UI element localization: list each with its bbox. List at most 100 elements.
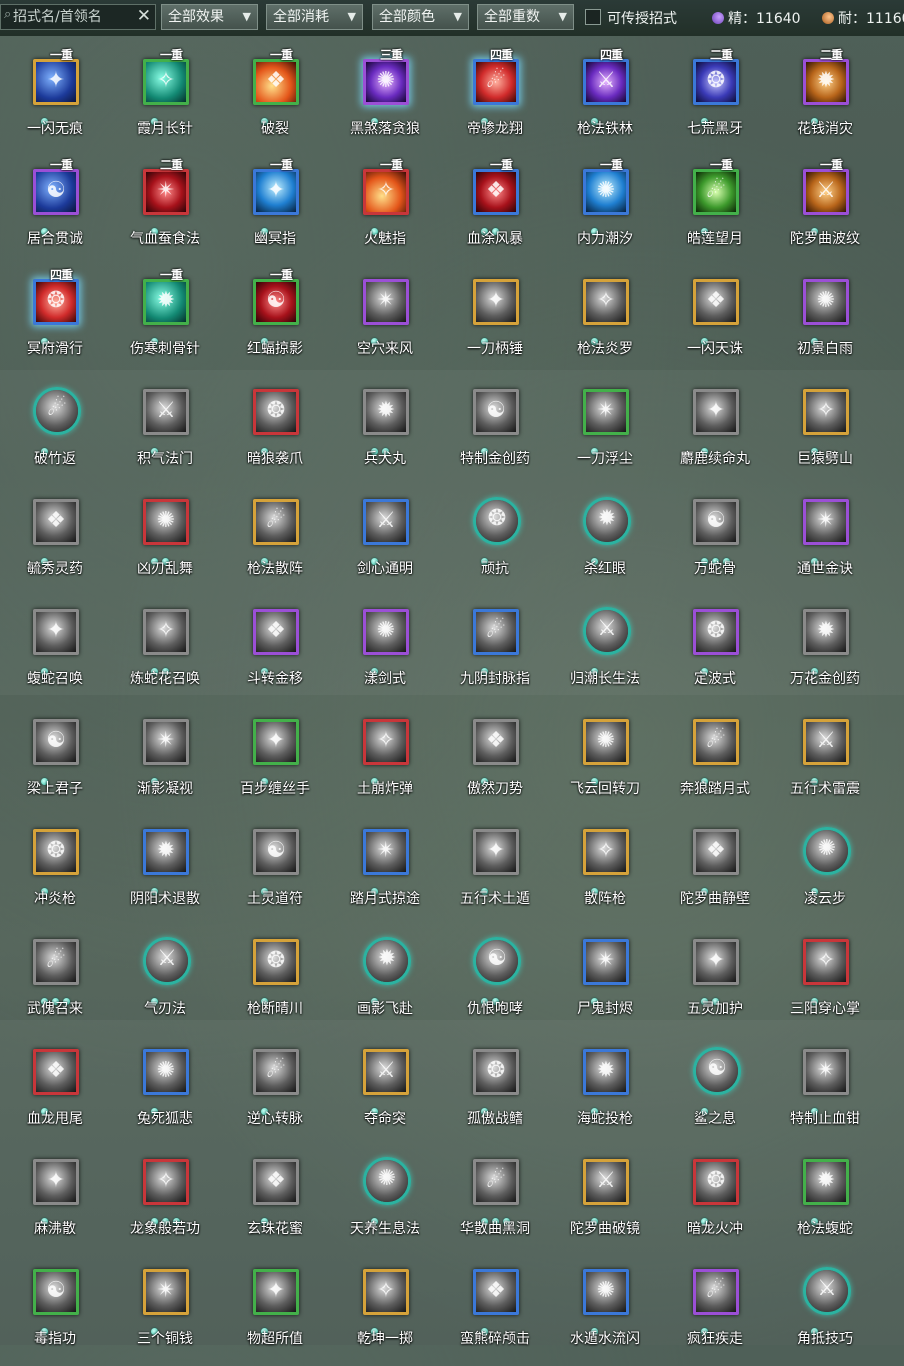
skill-card[interactable]: ✴ 三个铜钱 (110, 1256, 220, 1366)
skill-card[interactable]: ✧ 炼蛇花召唤 (110, 596, 220, 706)
skill-card[interactable]: ☯ 特制金创药 (440, 376, 550, 486)
skill-card[interactable]: ✺ 凌云步 (770, 816, 880, 926)
skill-icon[interactable]: ⚔ (583, 59, 629, 105)
skill-icon[interactable]: ✴ (363, 279, 409, 325)
skill-card[interactable]: ☄ 武傀召来 (0, 926, 110, 1036)
skill-card[interactable]: ☯ 仇恨咆哮 (440, 926, 550, 1036)
skill-card[interactable]: ✴ 空穴来风 (330, 266, 440, 376)
skill-card[interactable]: ☄ 华散曲黑洞 (440, 1146, 550, 1256)
skill-icon[interactable]: ❖ (473, 1269, 519, 1315)
skill-card[interactable]: ✺ 水遁水流闪 (550, 1256, 660, 1366)
skill-card[interactable]: ⚔ 陀罗曲破镜 (550, 1146, 660, 1256)
skill-card[interactable]: ✺ 漾剑式 (330, 596, 440, 706)
skill-icon[interactable]: ❂ (473, 1049, 519, 1095)
skill-icon[interactable]: ⚔ (583, 607, 631, 655)
skill-icon[interactable]: ❖ (253, 59, 299, 105)
skill-icon[interactable]: ✧ (143, 609, 189, 655)
skill-card[interactable]: ✧ 一重 火魅指 (330, 156, 440, 266)
skill-card[interactable]: ✹ 一重 伤寒刺骨针 (110, 266, 220, 376)
skill-card[interactable]: ☄ 九阴封脉指 (440, 596, 550, 706)
skill-icon[interactable]: ✺ (583, 719, 629, 765)
skill-icon[interactable]: ✴ (803, 1049, 849, 1095)
skill-icon[interactable]: ✹ (363, 389, 409, 435)
skill-card[interactable]: ✴ 渐影凝视 (110, 706, 220, 816)
skill-icon[interactable]: ☄ (473, 609, 519, 655)
skill-card[interactable]: ✦ 一重 一闪无痕 (0, 46, 110, 156)
skill-card[interactable]: ✴ 通世金诀 (770, 486, 880, 596)
skill-card[interactable]: ❂ 冲炎枪 (0, 816, 110, 926)
skill-icon[interactable]: ✴ (583, 389, 629, 435)
skill-card[interactable]: ☯ 土灵道符 (220, 816, 330, 926)
skill-card[interactable]: ❂ 二重 七荒黑牙 (660, 46, 770, 156)
skill-icon[interactable]: ⚔ (803, 169, 849, 215)
skill-icon[interactable]: ⚔ (363, 1049, 409, 1095)
skill-icon[interactable]: ⚔ (363, 499, 409, 545)
skill-icon[interactable]: ✹ (803, 1159, 849, 1205)
search-box[interactable]: ⌕ ✕ (0, 4, 156, 30)
skill-icon[interactable]: ✦ (253, 1269, 299, 1315)
skill-icon[interactable]: ❂ (693, 1159, 739, 1205)
skill-icon[interactable]: ⚔ (143, 937, 191, 985)
skill-card[interactable]: ✹ 万花金创药 (770, 596, 880, 706)
skill-card[interactable]: ✦ 一重 幽冥指 (220, 156, 330, 266)
skill-icon[interactable]: ⚔ (803, 719, 849, 765)
skill-icon[interactable]: ☄ (253, 499, 299, 545)
skill-card[interactable]: ☄ 奔狼踏月式 (660, 706, 770, 816)
skill-icon[interactable]: ⚔ (143, 389, 189, 435)
skill-icon[interactable]: ❖ (253, 1159, 299, 1205)
skill-icon[interactable]: ✴ (143, 1269, 189, 1315)
skill-icon[interactable]: ❂ (253, 389, 299, 435)
skill-icon[interactable]: ❖ (253, 609, 299, 655)
skill-card[interactable]: ✹ 画影飞赴 (330, 926, 440, 1036)
skill-card[interactable]: ⚔ 归潮长生法 (550, 596, 660, 706)
skill-icon[interactable]: ☄ (693, 1269, 739, 1315)
skill-icon[interactable]: ✹ (143, 279, 189, 325)
skill-icon[interactable]: ✺ (583, 169, 629, 215)
skill-card[interactable]: ⚔ 一重 陀罗曲波纹 (770, 156, 880, 266)
skill-card[interactable]: ✹ 兵犬丸 (330, 376, 440, 486)
skill-card[interactable]: ☄ 破竹返 (0, 376, 110, 486)
skill-card[interactable]: ❖ 傲然刀势 (440, 706, 550, 816)
skill-card[interactable]: ☯ 一重 居合贯诚 (0, 156, 110, 266)
layers-filter-dropdown[interactable]: 全部重数 ▼ (477, 4, 574, 30)
skill-icon[interactable]: ✦ (33, 609, 79, 655)
skill-card[interactable]: ✹ 杀红眼 (550, 486, 660, 596)
skill-icon[interactable]: ✧ (363, 169, 409, 215)
skill-card[interactable]: ✹ 阴阳术退散 (110, 816, 220, 926)
skill-card[interactable]: ✧ 土崩炸弹 (330, 706, 440, 816)
skill-icon[interactable]: ✴ (803, 499, 849, 545)
skill-icon[interactable]: ✺ (363, 59, 409, 105)
skill-icon[interactable]: ✧ (583, 279, 629, 325)
skill-icon[interactable]: ☯ (693, 499, 739, 545)
skill-icon[interactable]: ✦ (693, 389, 739, 435)
skill-card[interactable]: ✹ 二重 花钱消灾 (770, 46, 880, 156)
skill-icon[interactable]: ❖ (33, 1049, 79, 1095)
skill-card[interactable]: ✴ 二重 气血蚕食法 (110, 156, 220, 266)
skill-icon[interactable]: ✧ (363, 1269, 409, 1315)
skill-card[interactable]: ☯ 一重 红蝠掠影 (220, 266, 330, 376)
skill-card[interactable]: ❂ 四重 冥府滑行 (0, 266, 110, 376)
skill-icon[interactable]: ☯ (33, 1269, 79, 1315)
skill-card[interactable]: ❖ 斗转金移 (220, 596, 330, 706)
skill-card[interactable]: ✴ 一刀浮尘 (550, 376, 660, 486)
skill-card[interactable]: ✹ 海蛇投枪 (550, 1036, 660, 1146)
skill-icon[interactable]: ✴ (143, 169, 189, 215)
skill-icon[interactable]: ✹ (363, 937, 411, 985)
skill-icon[interactable]: ✧ (583, 829, 629, 875)
skill-card[interactable]: ❂ 暗龙火冲 (660, 1146, 770, 1256)
skill-card[interactable]: ✦ 一刀柄锤 (440, 266, 550, 376)
skill-card[interactable]: ⚔ 角抵技巧 (770, 1256, 880, 1366)
skill-icon[interactable]: ❂ (473, 497, 521, 545)
skill-icon[interactable]: ✺ (143, 499, 189, 545)
skill-card[interactable]: ✺ 飞云回转刀 (550, 706, 660, 816)
skill-card[interactable]: ☯ 毒指功 (0, 1256, 110, 1366)
skill-icon[interactable]: ☄ (473, 1159, 519, 1205)
skill-card[interactable]: ❖ 一闪天诛 (660, 266, 770, 376)
skill-card[interactable]: ✧ 巨猿劈山 (770, 376, 880, 486)
skill-icon[interactable]: ✴ (583, 939, 629, 985)
skill-icon[interactable]: ✧ (803, 939, 849, 985)
skill-card[interactable]: ✦ 百步缠丝手 (220, 706, 330, 816)
skill-card[interactable]: ✺ 天养生息法 (330, 1146, 440, 1256)
skill-card[interactable]: ❖ 玄珠花蜜 (220, 1146, 330, 1256)
skill-icon[interactable]: ☯ (33, 719, 79, 765)
